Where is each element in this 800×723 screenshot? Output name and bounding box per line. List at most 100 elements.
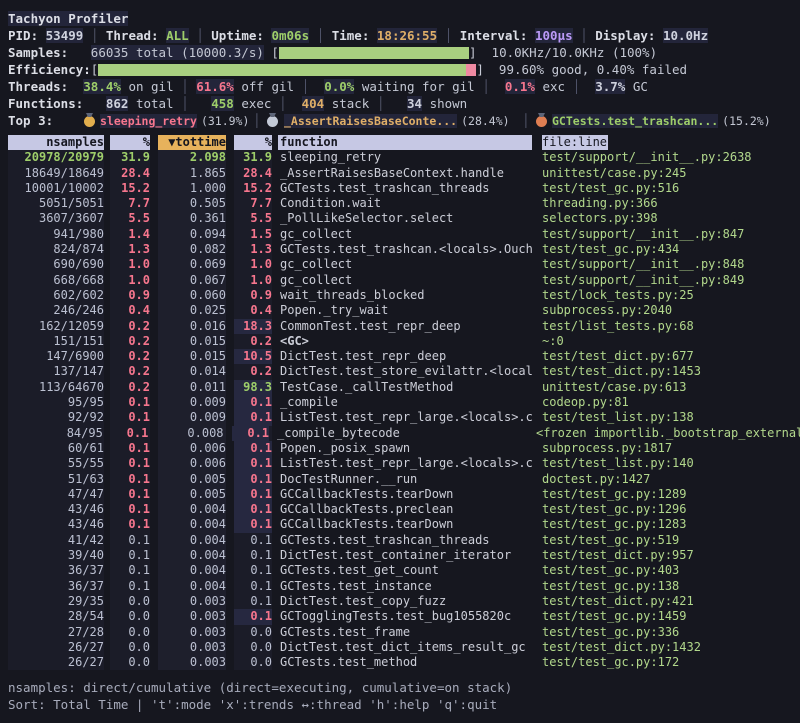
cell-function: GCCallbackTests.preclean [278,502,532,517]
cell-tottime: 0.005 [158,487,226,502]
cell-function: DictTest.test_dict_items_result_gc [278,640,532,655]
table-row[interactable]: 27/280.00.0030.0GCTests.test_frametest/t… [8,625,800,640]
table-row[interactable]: 151/1510.20.0150.2<GC>~:0 [8,334,800,349]
cell-file-line: subprocess.py:2040 [542,303,672,318]
table-row[interactable]: 47/470.10.0050.1GCCallbackTests.tearDown… [8,487,800,502]
table-row[interactable]: 95/950.10.0090.1_compilecodeop.py:81 [8,395,800,410]
column-header-nsamples[interactable]: nsamples [8,135,104,150]
functions-stack-label: stack [332,96,370,111]
table-row[interactable]: 28/540.00.0030.1GCTogglingTests.test_bug… [8,609,800,624]
table-row[interactable]: 36/370.10.0040.1GCTests.test_instancetes… [8,579,800,594]
cell-tottime: 0.015 [158,349,226,364]
cell-pct-cumulative: 0.2 [234,364,272,379]
cell-pct-cumulative: 98.3 [234,380,272,395]
table-row[interactable]: 92/920.10.0090.1ListTest.test_repr_large… [8,410,800,425]
cell-pct-direct: 0.1 [109,426,149,441]
cell-nsamples: 602/602 [8,288,104,303]
column-header-tottime-sort[interactable]: ▼tottime [158,135,226,150]
table-row[interactable]: 60/610.10.0060.1Popen._posix_spawnsubpro… [8,441,800,456]
table-row[interactable]: 824/8741.30.0821.3GCTests.test_trashcan.… [8,242,800,257]
cell-function: _compile [278,395,532,410]
column-header-pct2[interactable]: % [234,135,272,150]
efficiency-failed-bar [466,64,476,76]
cell-pct-cumulative: 0.1 [232,426,270,441]
cell-pct-direct: 0.2 [110,334,150,349]
cell-function: gc_collect [278,273,532,288]
table-row[interactable]: 26/270.00.0030.0DictTest.test_dict_items… [8,640,800,655]
table-row[interactable]: 137/1470.20.0140.2DictTest.test_store_ev… [8,364,800,379]
cell-pct-direct: 15.2 [110,181,150,196]
column-header-function[interactable]: function [278,135,532,150]
cell-file-line: test/test_dict.py:1432 [542,640,701,655]
top3-entry-pct: (31.9%) [201,114,249,128]
column-header-pct1[interactable]: % [110,135,150,150]
table-row[interactable]: 113/646700.20.01198.3TestCase._callTestM… [8,380,800,395]
table-row[interactable]: 39/400.10.0040.1DictTest.test_container_… [8,548,800,563]
cell-pct-cumulative: 7.7 [234,196,272,211]
table-row[interactable]: 20978/2097931.92.09831.9sleeping_retryte… [8,150,800,165]
cell-pct-direct: 0.1 [110,395,150,410]
interval-value: 100μs [535,28,573,43]
table-row[interactable]: 41/420.10.0040.1GCTests.test_trashcan_th… [8,533,800,548]
cell-tottime: 0.067 [158,273,226,288]
cell-pct-cumulative: 1.5 [234,227,272,242]
cell-nsamples: 60/61 [8,441,104,456]
cell-pct-cumulative: 15.2 [234,181,272,196]
table-row[interactable]: 246/2460.40.0250.4Popen._try_waitsubproc… [8,303,800,318]
table-row[interactable]: 668/6681.00.0671.0gc_collecttest/support… [8,273,800,288]
table-row[interactable]: 3607/36075.50.3615.5_PollLikeSelector.se… [8,211,800,226]
table-row[interactable]: 26/270.00.0030.0GCTests.test_methodtest/… [8,655,800,670]
cell-pct-direct: 1.0 [110,257,150,272]
cell-pct-direct: 0.1 [110,456,150,471]
cell-nsamples: 39/40 [8,548,104,563]
cell-pct-direct: 0.0 [110,594,150,609]
table-row[interactable]: 18649/1864928.41.86528.4_AssertRaisesBas… [8,166,800,181]
table-row[interactable]: 5051/50517.70.5057.7Condition.waitthread… [8,196,800,211]
cell-pct-direct: 5.5 [110,211,150,226]
table-row[interactable]: 43/460.10.0040.1GCCallbackTests.tearDown… [8,517,800,532]
table-row[interactable]: 941/9801.40.0941.5gc_collecttest/support… [8,227,800,242]
table-row[interactable]: 55/550.10.0060.1ListTest.test_repr_large… [8,456,800,471]
cell-file-line: test/test_list.py:138 [542,410,694,425]
gold-medal-icon [84,116,95,127]
cell-nsamples: 147/6900 [8,349,104,364]
cell-file-line: test/lock_tests.py:25 [542,288,694,303]
column-header-file-line[interactable]: file:line [542,135,608,150]
cell-function: _compile_bytecode [275,426,526,441]
table-row[interactable]: 162/120590.20.01618.3CommonTest.test_rep… [8,319,800,334]
interval-label: Interval: [460,28,528,43]
samples-total: 66035 total (10000.3/s) [91,45,264,60]
cell-nsamples: 92/92 [8,410,104,425]
table-row[interactable]: 36/370.10.0040.1GCTests.test_get_countte… [8,563,800,578]
table-row[interactable]: 690/6901.00.0691.0gc_collecttest/support… [8,257,800,272]
cell-tottime: 0.011 [158,380,226,395]
cell-function: sleeping_retry [278,150,532,165]
cell-pct-direct: 0.1 [110,487,150,502]
cell-pct-direct: 1.4 [110,227,150,242]
cell-function: GCTests.test_trashcan_threads [278,533,532,548]
threads-waiting-label: waiting for gil [362,79,475,94]
cell-tottime: 0.009 [158,395,226,410]
table-row[interactable]: 147/69000.20.01510.5DictTest.test_repr_d… [8,349,800,364]
top3-entry-pct: (15.2%) [722,114,770,128]
cell-pct-cumulative: 18.3 [234,319,272,334]
cell-file-line: test/support/__init__.py:2638 [542,150,752,165]
table-row[interactable]: 51/630.10.0050.1DocTestRunner.__rundocte… [8,472,800,487]
functions-shown-value: 34 [407,96,422,111]
cell-pct-cumulative: 0.1 [234,533,272,548]
table-row[interactable]: 84/950.10.0080.1_compile_bytecode<frozen… [8,426,800,441]
table-row[interactable]: 602/6020.90.0600.9wait_threads_blockedte… [8,288,800,303]
cell-function: gc_collect [278,227,532,242]
cell-pct-cumulative: 0.1 [234,563,272,578]
cell-pct-direct: 0.1 [110,563,150,578]
table-row[interactable]: 43/460.10.0040.1GCCallbackTests.preclean… [8,502,800,517]
cell-pct-cumulative: 0.1 [234,472,272,487]
cell-tottime: 0.082 [158,242,226,257]
cell-tottime: 0.003 [158,625,226,640]
table-row[interactable]: 29/350.00.0030.1DictTest.test_copy_fuzzt… [8,594,800,609]
cell-pct-direct: 0.9 [110,288,150,303]
thread-value[interactable]: ALL [166,28,189,43]
cell-nsamples: 668/668 [8,273,104,288]
cell-nsamples: 51/63 [8,472,104,487]
table-row[interactable]: 10001/1000215.21.00015.2GCTests.test_tra… [8,181,800,196]
